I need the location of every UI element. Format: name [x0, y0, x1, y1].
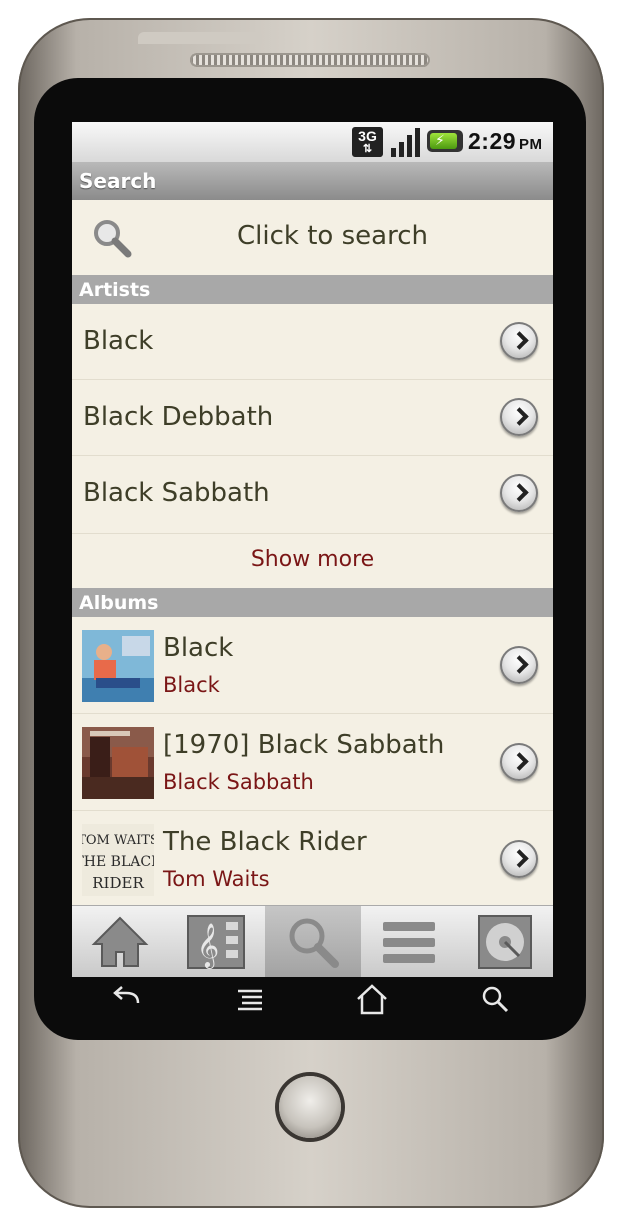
cover-text-subtitle: RIDER: [92, 874, 144, 892]
home-icon: [357, 984, 387, 1015]
network-3g-icon: 3G ⇅: [352, 127, 383, 157]
tab-now-playing[interactable]: [457, 906, 553, 977]
artist-name: Black Sabbath: [83, 478, 270, 508]
album-row[interactable]: [1970] Black Sabbath Black Sabbath: [72, 714, 553, 811]
album-artist: Tom Waits: [163, 867, 270, 891]
artist-row[interactable]: Black: [72, 304, 553, 380]
cover-text-artist: TOM WAITS: [82, 833, 154, 848]
album-cover-image: [82, 630, 154, 702]
home-key[interactable]: [352, 983, 392, 1017]
show-more-label: Show more: [250, 547, 375, 572]
search-key[interactable]: [476, 983, 516, 1017]
tab-library[interactable]: 𝄞: [168, 906, 264, 977]
album-title: Black: [163, 633, 234, 663]
svg-text:𝄞: 𝄞: [197, 923, 219, 969]
tab-playlists[interactable]: [361, 906, 457, 977]
chevron-right-icon[interactable]: [500, 322, 538, 360]
artist-row[interactable]: Black Debbath: [72, 380, 553, 456]
artist-name: Black Debbath: [83, 402, 274, 432]
page-title: Search: [79, 169, 157, 193]
artist-name: Black: [83, 326, 154, 356]
menu-icon: [238, 989, 262, 1011]
tab-search[interactable]: [265, 906, 361, 977]
music-library-icon: 𝄞: [187, 915, 245, 969]
album-cover-image: [82, 727, 154, 799]
artist-row[interactable]: Black Sabbath: [72, 456, 553, 534]
album-title: The Black Rider: [163, 827, 367, 857]
back-icon: [113, 986, 140, 1004]
earpiece-speaker: [190, 53, 430, 67]
search-placeholder: Click to search: [72, 221, 553, 251]
album-row[interactable]: TOM WAITS THE BLACK RIDER The Black Ride…: [72, 811, 553, 908]
bottom-tab-bar: 𝄞: [72, 905, 553, 977]
albums-header-label: Albums: [79, 592, 159, 614]
album-row[interactable]: Black Black: [72, 617, 553, 714]
chevron-right-icon[interactable]: [500, 474, 538, 512]
show-more-button[interactable]: Show more: [72, 534, 553, 588]
title-bar: Search: [72, 162, 553, 200]
artists-header-label: Artists: [79, 279, 151, 301]
clock-time: 2:29: [468, 128, 517, 154]
network-type-label: 3G: [358, 128, 377, 144]
chevron-right-icon[interactable]: [500, 398, 538, 436]
cover-text-title: THE BLACK: [82, 854, 154, 870]
back-key[interactable]: [106, 983, 146, 1017]
chevron-right-icon[interactable]: [500, 840, 538, 878]
hardware-soft-keys: [72, 977, 553, 1023]
search-icon: [289, 918, 339, 968]
data-arrows-icon: ⇅: [362, 143, 373, 155]
trackball-button[interactable]: [279, 1076, 341, 1138]
album-artist: Black: [163, 673, 220, 697]
clock-ampm: PM: [519, 136, 543, 153]
home-icon: [91, 916, 149, 967]
phone-top-edge: [138, 32, 262, 44]
battery-charging-icon: ⚡: [427, 130, 463, 152]
chevron-right-icon[interactable]: [500, 646, 538, 684]
now-playing-icon: [478, 915, 532, 969]
search-box[interactable]: Click to search: [72, 200, 553, 276]
status-bar: 3G ⇅ ⚡ 2:29 PM: [72, 122, 553, 162]
artists-section-header: Artists: [72, 275, 553, 304]
menu-key[interactable]: [230, 983, 270, 1017]
search-placeholder-text: Click to search: [237, 221, 428, 251]
signal-strength-icon: [391, 128, 420, 157]
album-artist: Black Sabbath: [163, 770, 314, 794]
tab-home[interactable]: [72, 906, 168, 977]
album-title: [1970] Black Sabbath: [163, 730, 445, 760]
album-cover-image: TOM WAITS THE BLACK RIDER: [82, 824, 154, 896]
search-icon: [482, 986, 509, 1013]
status-clock: 2:29 PM: [468, 128, 543, 155]
albums-section-header: Albums: [72, 588, 553, 617]
playlists-icon: [383, 922, 435, 963]
screen: 3G ⇅ ⚡ 2:29 PM Search Click to search Art…: [72, 122, 553, 977]
chevron-right-icon[interactable]: [500, 743, 538, 781]
